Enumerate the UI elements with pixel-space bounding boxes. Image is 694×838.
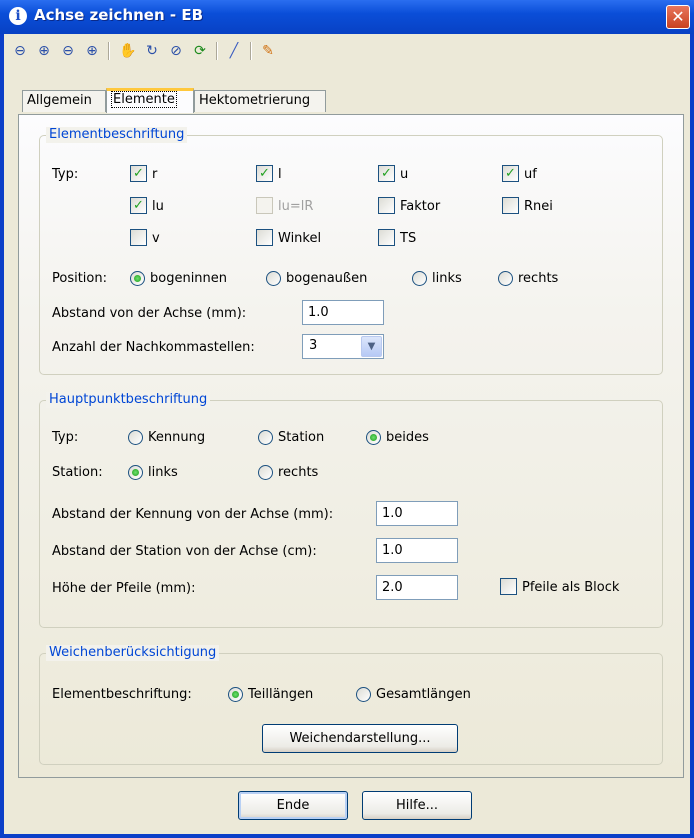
radio-station-rechts[interactable]	[258, 465, 273, 480]
radio-station-links-label: links	[148, 465, 178, 480]
window-title: Achse zeichnen - EB	[34, 6, 203, 24]
toolbar: ⊖ ⊕ ⊖ ⊕ ✋ ↻ ⊘ ⟳ ╱ ✎	[8, 37, 668, 65]
radio-links[interactable]	[412, 271, 427, 286]
zoom-in-icon[interactable]: ⊕	[34, 41, 54, 61]
abstand-station-label: Abstand der Station von der Achse (cm):	[52, 544, 317, 559]
radio-beides-label: beides	[386, 430, 429, 445]
title-bar[interactable]: i Achse zeichnen - EB ✕	[0, 0, 694, 34]
group-elementbeschriftung: Elementbeschriftung Typ: ✓ r ✓ l ✓ u ✓ u…	[39, 127, 663, 375]
nachkomma-select[interactable]: 3 ▼	[302, 334, 384, 359]
brush-icon[interactable]: ╱	[224, 41, 244, 61]
checkbox-faktor-label: Faktor	[400, 199, 441, 214]
pencil-icon[interactable]: ✎	[258, 41, 278, 61]
zoom-all-icon[interactable]: ⊕	[82, 41, 102, 61]
zoom-window-icon[interactable]: ⊖	[10, 41, 30, 61]
checkbox-lu-lr	[256, 197, 273, 214]
weichen-label: Elementbeschriftung:	[52, 687, 192, 702]
info-icon: i	[9, 7, 27, 25]
radio-bogeninnen-label: bogeninnen	[150, 271, 228, 286]
radio-gesamtlaengen[interactable]	[356, 687, 371, 702]
group-title: Weichenberücksichtigung	[46, 645, 220, 661]
refresh-icon[interactable]: ⟳	[190, 41, 210, 61]
radio-bogenaussen[interactable]	[266, 271, 281, 286]
hoehe-pfeile-input[interactable]: 2.0	[376, 575, 458, 600]
checkbox-lu-label: lu	[152, 199, 164, 214]
radio-teillaengen[interactable]	[228, 687, 243, 702]
checkbox-uf[interactable]: ✓	[502, 165, 519, 182]
tab-panel: Elementbeschriftung Typ: ✓ r ✓ l ✓ u ✓ u…	[18, 114, 684, 778]
checkbox-l-label: l	[278, 167, 282, 182]
radio-rechts-label: rechts	[518, 271, 559, 286]
pan-icon[interactable]: ✋	[118, 41, 138, 61]
toolbar-separator	[216, 42, 218, 60]
position-label: Position:	[52, 271, 107, 286]
abstand-kennung-input[interactable]: 1.0	[376, 501, 458, 526]
checkbox-uf-label: uf	[524, 167, 537, 182]
checkbox-v-label: v	[152, 231, 160, 246]
radio-bogenaussen-label: bogenaußen	[286, 271, 368, 286]
zoom-previous-icon[interactable]: ⊘	[166, 41, 186, 61]
toolbar-separator	[108, 42, 110, 60]
checkbox-ts-label: TS	[400, 231, 417, 246]
dialog-window: i Achse zeichnen - EB ✕ ⊖ ⊕ ⊖ ⊕ ✋ ↻ ⊘ ⟳ …	[0, 0, 694, 838]
hilfe-button[interactable]: Hilfe...	[362, 791, 472, 820]
abstand-station-input[interactable]: 1.0	[376, 538, 458, 563]
nachkomma-value: 3	[309, 338, 318, 353]
checkbox-lu-lr-label: lu=lR	[278, 199, 314, 214]
tab-hektometrierung[interactable]: Hektometrierung	[194, 90, 326, 112]
abstand-kennung-label: Abstand der Kennung von der Achse (mm):	[52, 507, 334, 522]
radio-bogeninnen[interactable]	[130, 271, 145, 286]
radio-rechts[interactable]	[498, 271, 513, 286]
radio-station-links[interactable]	[128, 465, 143, 480]
checkbox-faktor[interactable]	[378, 197, 395, 214]
checkbox-r[interactable]: ✓	[130, 165, 147, 182]
group-weichen: Weichenberücksichtigung Elementbeschrift…	[39, 645, 663, 765]
radio-gesamtlaengen-label: Gesamtlängen	[376, 687, 471, 702]
checkbox-l[interactable]: ✓	[256, 165, 273, 182]
checkbox-v[interactable]	[130, 229, 147, 246]
checkbox-winkel[interactable]	[256, 229, 273, 246]
close-button[interactable]: ✕	[666, 5, 690, 29]
group-hauptpunktbeschriftung: Hauptpunktbeschriftung Typ: Kennung Stat…	[39, 392, 663, 628]
checkbox-lu[interactable]: ✓	[130, 197, 147, 214]
dialog-client: ⊖ ⊕ ⊖ ⊕ ✋ ↻ ⊘ ⟳ ╱ ✎ Allgemein Elemente H…	[4, 34, 690, 834]
chevron-down-icon[interactable]: ▼	[361, 336, 382, 357]
radio-station-rechts-label: rechts	[278, 465, 319, 480]
tab-allgemein[interactable]: Allgemein	[22, 90, 106, 112]
group-title: Hauptpunktbeschriftung	[46, 392, 211, 408]
rotate-icon[interactable]: ↻	[142, 41, 162, 61]
zoom-out-icon[interactable]: ⊖	[58, 41, 78, 61]
window-border	[0, 834, 694, 838]
radio-station[interactable]	[258, 430, 273, 445]
typ-label: Typ:	[52, 167, 79, 182]
checkbox-pfeile-block[interactable]	[500, 578, 517, 595]
checkbox-pfeile-block-label: Pfeile als Block	[522, 580, 620, 595]
nachkomma-label: Anzahl der Nachkommastellen:	[52, 340, 255, 355]
hoehe-pfeile-label: Höhe der Pfeile (mm):	[52, 581, 196, 596]
radio-kennung-label: Kennung	[148, 430, 206, 445]
hp-typ-label: Typ:	[52, 430, 79, 445]
abstand-label: Abstand von der Achse (mm):	[52, 306, 247, 321]
checkbox-rnei-label: Rnei	[524, 199, 553, 214]
tab-elemente-label: Elemente	[111, 91, 177, 108]
checkbox-winkel-label: Winkel	[278, 231, 322, 246]
tab-elemente[interactable]: Elemente	[106, 88, 194, 113]
abstand-input[interactable]: 1.0	[302, 300, 384, 325]
group-title: Elementbeschriftung	[46, 127, 188, 143]
hp-station-label: Station:	[52, 465, 103, 480]
radio-links-label: links	[432, 271, 462, 286]
radio-beides[interactable]	[366, 430, 381, 445]
radio-teillaengen-label: Teillängen	[248, 687, 314, 702]
checkbox-u-label: u	[400, 167, 409, 182]
checkbox-r-label: r	[152, 167, 158, 182]
radio-station-label: Station	[278, 430, 325, 445]
ende-button[interactable]: Ende	[238, 791, 348, 820]
checkbox-ts[interactable]	[378, 229, 395, 246]
checkbox-rnei[interactable]	[502, 197, 519, 214]
radio-kennung[interactable]	[128, 430, 143, 445]
toolbar-separator	[250, 42, 252, 60]
checkbox-u[interactable]: ✓	[378, 165, 395, 182]
weichendarstellung-button[interactable]: Weichendarstellung...	[262, 724, 458, 753]
